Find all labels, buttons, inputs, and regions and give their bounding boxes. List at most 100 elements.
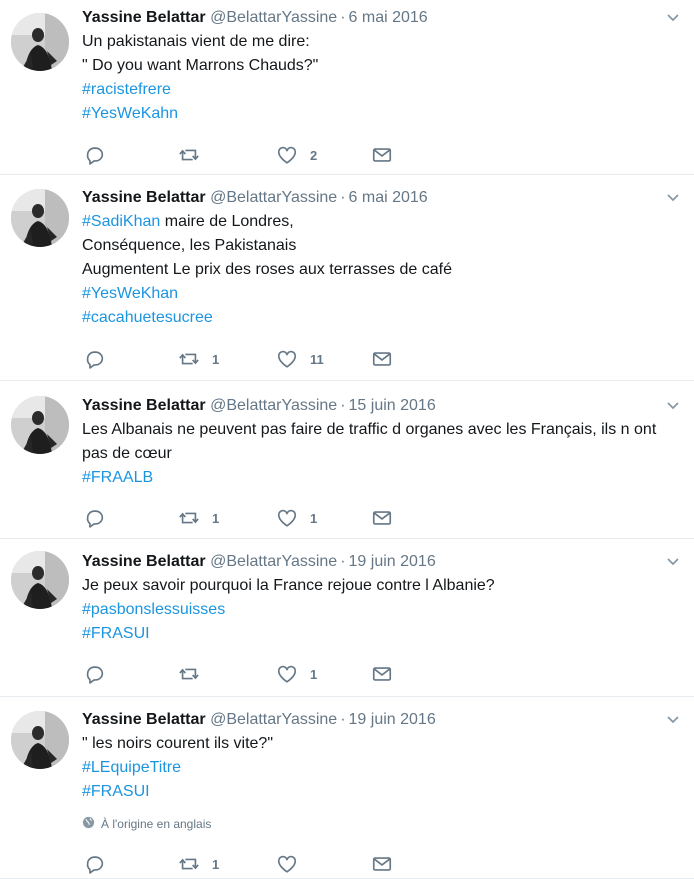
like-button[interactable]: 11 [276,347,324,371]
tweet-date[interactable]: 6 mai 2016 [349,9,428,26]
tweet-text-line: #cacahuetesucree [82,306,684,330]
avatar[interactable] [11,396,69,454]
like-button[interactable]: 1 [276,662,317,686]
like-button[interactable] [276,852,298,876]
tweet-date[interactable]: 6 mai 2016 [349,189,428,206]
tweet-actions: 1 [82,662,402,686]
author-handle[interactable]: @BelattarYassine [210,553,337,570]
author-handle[interactable]: @BelattarYassine [210,397,337,414]
tweet[interactable]: Yassine Belattar @BelattarYassine · 15 jui… [0,382,694,539]
reply-button[interactable] [84,662,106,686]
tweet-actions: 1 [82,852,402,876]
tweet-header: Yassine Belattar @BelattarYassine · 6 mai … [82,6,684,30]
hashtag-link[interactable]: #YesWeKhan [82,285,178,302]
tweet-text-line: Un pakistanais vient de me dire: [82,30,684,54]
author-name[interactable]: Yassine Belattar [82,553,206,570]
reply-icon [84,853,106,875]
hashtag-link[interactable]: #LEquipeTitre [82,759,181,776]
reply-icon [84,663,106,685]
hashtag-link[interactable]: #SadiKhan [82,213,160,230]
tweet-text-line: #YesWeKhan [82,282,684,306]
tweet-text: #SadiKhan maire de Londres, Conséquence, … [82,210,684,330]
reply-icon [84,507,106,529]
text-segment: " les noirs courent ils vite?" [82,735,273,752]
reply-button[interactable] [84,506,106,530]
tweet-content: Yassine Belattar @BelattarYassine · 6 mai … [82,186,684,330]
avatar[interactable] [11,711,69,769]
hashtag-link[interactable]: #FRASUI [82,625,150,642]
retweet-button[interactable] [178,662,200,686]
tweet-text-line: Les Albanais ne peuvent pas faire de tra… [82,418,684,442]
reply-button[interactable] [84,143,106,167]
hashtag-link[interactable]: #racistefrere [82,81,171,98]
tweet-header: Yassine Belattar @BelattarYassine · 15 jui… [82,394,684,418]
hashtag-link[interactable]: #YesWeKahn [82,105,178,122]
tweet-text-line: #FRAALB [82,466,684,490]
like-button[interactable]: 2 [276,143,317,167]
direct-message-button[interactable] [371,662,393,686]
retweet-button[interactable] [178,143,200,167]
direct-message-button[interactable] [371,506,393,530]
translation-note: À l'origine en anglais [82,814,684,834]
retweet-count: 1 [212,856,220,872]
tweet-text: Je peux savoir pourquoi la France rejoue… [82,574,684,646]
tweet-text: Un pakistanais vient de me dire: " Do you… [82,30,684,126]
author-name[interactable]: Yassine Belattar [82,9,206,26]
chevron-down-icon[interactable] [662,188,684,208]
heart-icon [276,853,298,875]
tweet[interactable]: Yassine Belattar @BelattarYassine · 6 mai … [0,0,694,175]
reply-button[interactable] [84,852,106,876]
hashtag-link[interactable]: #pasbonslessuisses [82,601,225,618]
tweet[interactable]: Yassine Belattar @BelattarYassine · 19 jui… [0,698,694,879]
author-name[interactable]: Yassine Belattar [82,397,206,414]
direct-message-button[interactable] [371,852,393,876]
tweet-content: Yassine Belattar @BelattarYassine · 19 jui… [82,550,684,646]
heart-icon [276,507,298,529]
tweet-date[interactable]: 19 juin 2016 [349,711,436,728]
tweet-text-line: #LEquipeTitre [82,756,684,780]
reply-button[interactable] [84,347,106,371]
author-name[interactable]: Yassine Belattar [82,189,206,206]
text-segment: Je peux savoir pourquoi la France rejoue… [82,577,495,594]
heart-icon [276,348,298,370]
author-handle[interactable]: @BelattarYassine [210,711,337,728]
author-handle[interactable]: @BelattarYassine [210,189,337,206]
like-count: 2 [310,147,318,163]
chevron-down-icon[interactable] [662,8,684,28]
chevron-down-icon[interactable] [662,552,684,572]
tweet-date[interactable]: 19 juin 2016 [349,553,436,570]
reply-icon [84,144,106,166]
envelope-icon [371,348,393,370]
like-button[interactable]: 1 [276,506,317,530]
retweet-button[interactable]: 1 [178,852,219,876]
tweet-actions: 11 [82,506,402,530]
direct-message-button[interactable] [371,143,393,167]
author-handle[interactable]: @BelattarYassine [210,9,337,26]
globe-icon [82,816,101,832]
retweet-icon [178,348,200,370]
tweet-date[interactable]: 15 juin 2016 [349,397,436,414]
retweet-button[interactable]: 1 [178,347,219,371]
separator: · [340,189,346,206]
tweet-text: " les noirs courent ils vite?" #LEquipeTi… [82,732,684,804]
heart-icon [276,663,298,685]
tweet[interactable]: Yassine Belattar @BelattarYassine · 19 jui… [0,540,694,697]
envelope-icon [371,853,393,875]
hashtag-link[interactable]: #FRASUI [82,783,150,800]
text-segment: " Do you want Marrons Chauds?" [82,57,319,74]
envelope-icon [371,663,393,685]
avatar[interactable] [11,551,69,609]
tweet-actions: 1 11 [82,347,402,371]
chevron-down-icon[interactable] [662,710,684,730]
like-count: 1 [310,666,318,682]
chevron-down-icon[interactable] [662,396,684,416]
author-name[interactable]: Yassine Belattar [82,711,206,728]
tweet[interactable]: Yassine Belattar @BelattarYassine · 6 mai … [0,176,694,381]
separator: · [340,553,346,570]
avatar[interactable] [11,13,69,71]
hashtag-link[interactable]: #cacahuetesucree [82,309,213,326]
avatar[interactable] [11,189,69,247]
hashtag-link[interactable]: #FRAALB [82,469,153,486]
direct-message-button[interactable] [371,347,393,371]
retweet-button[interactable]: 1 [178,506,219,530]
